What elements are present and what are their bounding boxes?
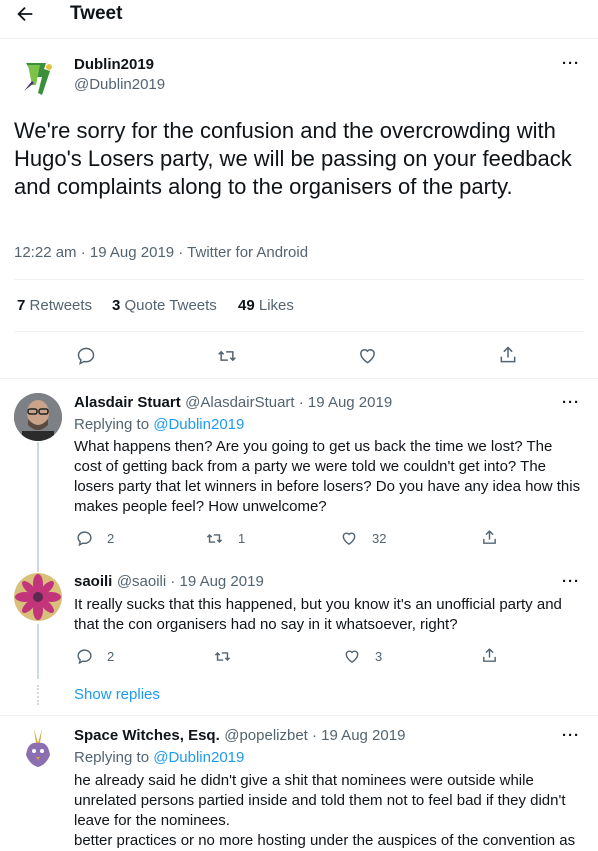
reply-button[interactable]: 2 <box>76 530 114 547</box>
more-options-icon[interactable]: ··· <box>562 573 580 590</box>
space-witches-avatar[interactable] <box>16 727 60 771</box>
like-icon <box>342 532 356 546</box>
actions-divider <box>0 378 598 379</box>
reply-count: 2 <box>107 649 115 664</box>
reply-author-name[interactable]: Space Witches, Esq. <box>74 727 220 744</box>
likes-stat[interactable]: 49 Likes <box>238 297 294 314</box>
quotes-count: 3 <box>112 297 121 314</box>
reply-author-handle[interactable]: @popelizbet · 19 Aug 2019 <box>224 727 405 744</box>
replying-to: Replying to @Dublin2019 <box>74 749 244 766</box>
back-arrow-icon[interactable] <box>14 3 36 25</box>
more-options-icon[interactable]: ··· <box>562 394 580 411</box>
reply-author-name[interactable]: Alasdair Stuart <box>74 394 181 411</box>
like-icon <box>345 650 359 664</box>
stats-divider <box>14 331 584 332</box>
like-count: 32 <box>372 531 387 546</box>
thread-line-2 <box>37 624 39 679</box>
replying-to: Replying to @Dublin2019 <box>74 416 244 433</box>
retweet-count: 1 <box>238 531 246 546</box>
like-icon[interactable] <box>357 346 378 366</box>
reply-author-handle[interactable]: @AlasdairStuart · 19 Aug 2019 <box>185 394 392 411</box>
retweet-icon <box>214 651 231 662</box>
like-button[interactable]: 32 <box>340 530 386 547</box>
saoili-avatar[interactable] <box>14 573 62 621</box>
page-title: Tweet <box>70 3 123 24</box>
reply-icon[interactable] <box>76 346 96 366</box>
retweet-icon[interactable] <box>216 346 238 366</box>
replying-to-prefix: Replying to <box>74 416 150 433</box>
likes-label: Likes <box>258 297 294 314</box>
dublin2019-avatar[interactable] <box>16 55 60 99</box>
tweet-meta: 12:22 am · 19 Aug 2019 · Twitter for And… <box>14 244 309 261</box>
replying-to-link[interactable]: @Dublin2019 <box>153 416 244 433</box>
more-options-icon[interactable]: ··· <box>562 55 580 72</box>
reply-text: he already said he didn't give a shit th… <box>74 772 576 849</box>
reply-author-handle[interactable]: @saoili · 19 Aug 2019 <box>117 573 264 590</box>
share-icon[interactable] <box>481 647 498 664</box>
retweet-button[interactable]: 1 <box>205 530 245 547</box>
retweets-label: Retweets <box>29 297 93 314</box>
reply-text: What happens then? Are you going to get … <box>74 438 581 515</box>
reply-button[interactable]: 2 <box>76 648 114 665</box>
quotes-label: Quote Tweets <box>124 297 217 314</box>
meta-divider <box>14 279 584 280</box>
reply-text: It really sucks that this happened, but … <box>74 596 562 633</box>
like-count: 3 <box>375 649 383 664</box>
reply-header: Space Witches, Esq. @popelizbet · 19 Aug… <box>74 727 405 745</box>
reply-header: saoili @saoili · 19 Aug 2019 <box>74 573 264 591</box>
reply-count: 2 <box>107 531 115 546</box>
retweet-icon <box>206 533 223 544</box>
author-display-name[interactable]: Dublin2019 <box>74 56 154 73</box>
author-handle[interactable]: @Dublin2019 <box>74 76 165 93</box>
reply-icon <box>77 531 92 547</box>
like-button[interactable]: 3 <box>343 648 382 665</box>
retweets-count: 7 <box>17 297 26 314</box>
more-options-icon[interactable]: ··· <box>562 727 580 744</box>
reply-header: Alasdair Stuart @AlasdairStuart · 19 Aug… <box>74 394 392 412</box>
share-icon[interactable] <box>498 345 518 365</box>
alasdair-avatar[interactable] <box>14 393 62 441</box>
replying-to-link[interactable]: @Dublin2019 <box>153 749 244 766</box>
show-replies-link[interactable]: Show replies <box>74 686 160 703</box>
reply-author-name[interactable]: saoili <box>74 573 112 590</box>
header-divider <box>0 38 598 39</box>
tweet-text: We're sorry for the confusion and the ov… <box>14 118 572 199</box>
thread-divider <box>0 715 598 716</box>
reply-icon <box>77 649 92 665</box>
share-icon[interactable] <box>481 529 498 546</box>
likes-count: 49 <box>238 297 255 314</box>
retweet-button[interactable] <box>213 648 232 665</box>
quote-tweets-stat[interactable]: 3 Quote Tweets <box>112 297 217 314</box>
replying-to-prefix: Replying to <box>74 749 150 766</box>
retweets-stat[interactable]: 7 Retweets <box>17 297 92 314</box>
thread-dots <box>37 685 39 705</box>
thread-line <box>37 442 39 572</box>
